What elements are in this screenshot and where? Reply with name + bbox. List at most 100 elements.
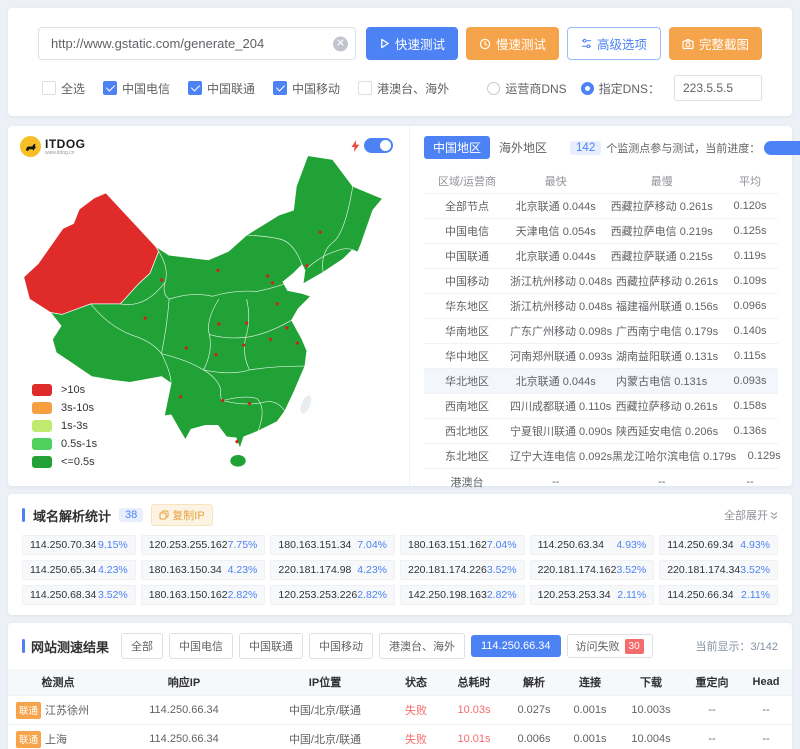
dns-options: 运营商DNS 指定DNS： [487,75,762,101]
ip-stat-cell[interactable]: 114.250.69.34 4.93% [659,535,778,555]
table-row[interactable]: 华东地区 浙江杭州移动 0.048s 福建福州联通 0.156s 0.096s [424,294,778,319]
ip-address: 114.250.65.34 [30,564,96,576]
ip-stat-cell[interactable]: 114.250.68.34 3.52% [22,585,136,605]
checkbox-label: 全选 [61,80,85,97]
table-row[interactable]: 中国电信 天津电信 0.054s 西藏拉萨电信 0.219s 0.125s [424,219,778,244]
filter-button[interactable]: 中国联通 [239,633,303,659]
ip-address: 120.253.255.162 [149,539,228,551]
col-download: 下载 [618,674,684,690]
filter-button[interactable]: 中国电信 [169,633,233,659]
monitor-count-text: 个监测点参与测试，当前进度： [606,140,760,156]
ip-stat-cell[interactable]: 180.163.150.34 4.23% [141,560,266,580]
tab-overseas-region[interactable]: 海外地区 [490,136,556,159]
ip-stat-cell[interactable]: 220.181.174.98 4.23% [270,560,395,580]
fastest-value: 广东广州移动 0.098s [510,323,612,339]
average-value: 0.140s [722,325,778,337]
table-row[interactable]: 东北地区 辽宁大连电信 0.092s 黑龙江哈尔滨电信 0.179s 0.129… [424,444,778,469]
average-value: 0.125s [722,225,778,237]
download-time: 10.004s [618,733,684,745]
quick-test-label: 快速测试 [395,34,445,53]
table-row[interactable]: 西南地区 四川成都联通 0.110s 西藏拉萨移动 0.261s 0.158s [424,394,778,419]
ip-address: 114.250.66.34 [667,589,733,601]
legend-item: 0.5s-1s [32,438,97,450]
table-row[interactable]: 中国移动 浙江杭州移动 0.048s 西藏拉萨移动 0.261s 0.109s [424,269,778,294]
page: ✕ 快速测试 慢速测试 高级选项 完整截图 [0,8,800,749]
ip-stat-cell[interactable]: 120.253.255.162 7.75% [141,535,266,555]
radio-icon [487,82,500,95]
chevron-down-icon [770,511,778,520]
active-ip-filter[interactable]: 114.250.66.34 [471,635,561,657]
tab-china-region[interactable]: 中国地区 [424,136,490,159]
node-name: 上海 [45,731,67,747]
slow-test-button[interactable]: 慢速测试 [466,27,559,60]
ip-stat-cell[interactable]: 220.181.174.162 3.52% [530,560,655,580]
taiwan-island [298,394,313,415]
table-row[interactable]: 华北地区 北京联通 0.044s 内蒙古电信 0.131s 0.093s [424,369,778,394]
average-value: 0.120s [722,200,778,212]
table-row[interactable]: 联通 江苏徐州 114.250.66.34 中国/北京/联通 失败 10.03s… [8,696,792,725]
isp-badge: 联通 [16,702,41,719]
filter-button[interactable]: 中国移动 [309,633,373,659]
ip-stat-cell[interactable]: 220.181.174.34 3.52% [659,560,778,580]
ip-stat-cell[interactable]: 114.250.70.34 9.15% [22,535,136,555]
filter-button[interactable]: 港澳台、海外 [379,633,465,659]
advanced-options-button[interactable]: 高级选项 [567,27,661,60]
ip-percentage: 7.04% [357,539,387,551]
expand-all-button[interactable]: 全部展开 [724,507,778,523]
connect-time: 0.001s [562,704,618,716]
url-input[interactable] [38,27,356,60]
checkbox-box-icon [103,81,117,95]
region-name: 全部节点 [424,198,510,214]
filter-buttons: 全部 中国电信 中国联通 中国移动 港澳台、海外 [121,633,465,659]
speed-results-table: 检测点 响应IP IP位置 状态 总耗时 解析 连接 下载 重定向 Head 联… [8,669,792,749]
dns-input[interactable] [674,75,762,101]
ip-stat-cell[interactable]: 142.250.198.163 2.82% [400,585,525,605]
isp-checkbox[interactable]: 港澳台、海外 [358,80,449,97]
ip-address: 120.253.253.226 [278,589,357,601]
ip-stat-cell[interactable]: 114.250.65.34 4.23% [22,560,136,580]
ip-stat-cell[interactable]: 114.250.66.34 2.11% [659,585,778,605]
ip-percentage: 2.11% [741,589,770,601]
speed-results-title: 网站测速结果 [31,637,109,656]
fail-filter-button[interactable]: 访问失败 30 [567,634,653,658]
clear-input-icon[interactable]: ✕ [333,36,348,51]
ip-stat-cell[interactable]: 220.181.174.226 3.52% [400,560,525,580]
col-node: 检测点 [8,674,108,690]
isp-checkbox[interactable]: 中国移动 [273,80,340,97]
table-row[interactable]: 港澳台 -- -- -- [424,469,778,494]
table-row[interactable]: 华南地区 广东广州移动 0.098s 广西南宁电信 0.179s 0.140s [424,319,778,344]
head-value: -- [740,733,792,745]
isp-checkbox[interactable]: 中国电信 [103,80,170,97]
legend-item: 3s-10s [32,402,97,414]
col-average: 平均 [722,173,778,189]
custom-dns-radio[interactable]: 指定DNS： [581,80,660,97]
legend-label: <=0.5s [61,456,95,468]
full-screenshot-button[interactable]: 完整截图 [669,27,762,60]
ip-location: 中国/北京/联通 [260,702,390,718]
col-ip-location: IP位置 [260,674,390,690]
region-table-body: 全部节点 北京联通 0.044s 西藏拉萨移动 0.261s 0.120s 中国… [424,194,778,494]
table-row[interactable]: 全部节点 北京联通 0.044s 西藏拉萨移动 0.261s 0.120s [424,194,778,219]
table-row[interactable]: 联通 上海 114.250.66.34 中国/北京/联通 失败 10.01s 0… [8,725,792,749]
slowest-value: 西藏拉萨移动 0.261s [601,198,722,214]
expand-all-label: 全部展开 [724,507,768,523]
slow-test-label: 慢速测试 [496,34,546,53]
table-row[interactable]: 华中地区 河南郑州联通 0.093s 湖南益阳联通 0.131s 0.115s [424,344,778,369]
carrier-dns-radio[interactable]: 运营商DNS [487,80,566,97]
ip-stat-cell[interactable]: 180.163.151.34 7.04% [270,535,395,555]
table-row[interactable]: 中国联通 北京联通 0.044s 西藏拉萨联通 0.215s 0.119s [424,244,778,269]
isp-checkbox[interactable]: 全选 [42,80,85,97]
ip-stat-cell[interactable]: 114.250.63.34 4.93% [530,535,655,555]
quick-test-button[interactable]: 快速测试 [366,27,458,60]
checkbox-label: 中国移动 [292,80,340,97]
table-row[interactable]: 西北地区 宁夏银川联通 0.090s 陕西延安电信 0.206s 0.136s [424,419,778,444]
ip-address: 180.163.151.34 [278,539,351,551]
ip-stat-cell[interactable]: 120.253.253.34 2.11% [530,585,655,605]
ip-stat-cell[interactable]: 180.163.150.162 2.82% [141,585,266,605]
ip-stat-cell[interactable]: 180.163.151.162 7.04% [400,535,525,555]
copy-ip-button[interactable]: 复制IP [151,504,212,526]
ip-stat-cell[interactable]: 120.253.253.226 2.82% [270,585,395,605]
isp-checkbox[interactable]: 中国联通 [188,80,255,97]
filter-button[interactable]: 全部 [121,633,163,659]
dns-count-badge: 38 [119,508,143,522]
